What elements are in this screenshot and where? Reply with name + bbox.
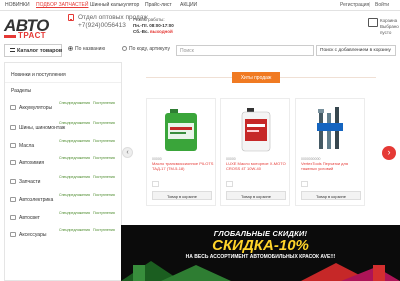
separator: | — [369, 2, 371, 8]
tag-arrivals[interactable]: Поступления — [93, 156, 115, 160]
banner-discount: СКИДКА-10% — [212, 237, 309, 254]
tag-arrivals[interactable]: Поступления — [93, 121, 115, 125]
search-mode-select[interactable]: Поиск с добавлением в корзину — [316, 45, 396, 56]
hours-saturday: Сб.-Вс. — [133, 29, 149, 34]
product-card[interactable]: 00000 LUXE Масло моторное X-MOTO CROSS 4… — [220, 98, 290, 206]
radio-code-label: По коду, артикулу — [129, 46, 170, 52]
tag-special[interactable]: Спецпредложения — [59, 156, 90, 160]
tag-arrivals[interactable]: Поступления — [93, 211, 115, 215]
logo-bar — [4, 35, 16, 38]
radio-dot-icon — [122, 46, 127, 51]
product-image-tools[interactable] — [306, 105, 356, 153]
plug-icon — [10, 197, 16, 202]
tag-arrivals[interactable]: Поступления — [93, 139, 115, 143]
search-input[interactable]: Поиск — [176, 45, 314, 56]
tag-special[interactable]: Спецпредложения — [59, 228, 90, 232]
logo-bottom[interactable]: ТРАСТ — [18, 31, 46, 40]
register-link[interactable]: Регистрация — [340, 2, 369, 8]
battery-icon — [10, 105, 16, 110]
menu-icon — [10, 48, 15, 52]
lamp-icon — [10, 215, 16, 220]
carousel-next-arrow-icon[interactable]: › — [382, 146, 396, 160]
nav-link-price[interactable]: Прайс-лист — [145, 2, 172, 8]
nav-link-new[interactable]: НОВИНКИ — [5, 2, 30, 8]
sidebar-new-arrivals[interactable]: Новинки и поступления — [11, 72, 66, 78]
quantity-input[interactable] — [226, 181, 233, 187]
quantity-input[interactable] — [301, 181, 308, 187]
tag-special[interactable]: Спецпредложения — [59, 139, 90, 143]
tag-arrivals[interactable]: Поступления — [93, 101, 115, 105]
phone-icon — [68, 14, 74, 21]
top-navigation: НОВИНКИ ПОДБОР ЗАПЧАСТЕЙ Шинный калькуля… — [0, 0, 400, 11]
sidebar-item-label: Автосвет — [19, 215, 40, 221]
banner-subtitle: НА ВЕСЬ АССОРТИМЕНТ АВТОМОБИЛЬНЫХ КРАСОК… — [185, 254, 336, 260]
carousel-prev-arrow-icon[interactable]: ‹ — [122, 147, 133, 158]
cart-summary[interactable]: Корзина Выбрано пусто — [380, 18, 399, 36]
radio-name-label: По названию — [75, 46, 106, 52]
search-row: Каталог товаров По названию По коду, арт… — [0, 44, 400, 57]
product-name[interactable]: Масло трансмиссионное PILOTS ТАД-17 (ТМ-… — [152, 161, 214, 176]
gear-icon — [10, 179, 16, 184]
catalog-button[interactable]: Каталог товаров — [4, 44, 62, 57]
sidebar-item-label: Автохимия — [19, 160, 45, 166]
quantity-input[interactable] — [152, 181, 159, 187]
nav-link-tire-calc[interactable]: Шинный калькулятор — [90, 2, 139, 8]
sidebar-item-label: Масла — [19, 143, 35, 149]
accessory-icon — [10, 232, 16, 237]
bottle-icon — [10, 160, 16, 165]
add-to-cart-button[interactable]: Товар в корзине — [226, 191, 286, 200]
product-card[interactable]: 00000 Масло трансмиссионное PILOTS ТАД-1… — [146, 98, 216, 206]
product-name[interactable]: LUXE Масло моторное X-MOTO CROSS 4T 10W-… — [226, 161, 288, 176]
add-to-cart-button[interactable]: Товар в корзине — [301, 191, 361, 200]
product-image-oil-can[interactable] — [157, 105, 207, 153]
sidebar: Новинки и поступления Разделы Спецпредло… — [4, 62, 122, 281]
login-link[interactable]: Войти — [375, 2, 389, 8]
radio-by-name[interactable]: По названию — [68, 46, 105, 55]
oil-can-icon — [10, 143, 16, 148]
tag-special[interactable]: Спецпредложения — [59, 193, 90, 197]
nav-link-parts[interactable]: ПОДБОР ЗАПЧАСТЕЙ — [36, 2, 88, 8]
product-image-motor-oil[interactable] — [231, 105, 281, 153]
tag-arrivals[interactable]: Поступления — [93, 175, 115, 179]
divider — [5, 82, 121, 83]
sidebar-item-label: Запчасти — [19, 179, 41, 185]
promo-banner[interactable]: ГЛОБАЛЬНЫЕ СКИДКИ! СКИДКА-10% НА ВЕСЬ АС… — [121, 225, 400, 281]
sidebar-item-label: Шины, шиномонтаж — [19, 125, 66, 131]
product-name[interactable]: VertexTools Перчатки для тяжелых условий — [301, 161, 363, 176]
working-hours: Режим работы: Пн.-Пт. 08:00-17:00 Сб.-Вс… — [133, 17, 174, 35]
phone-number[interactable]: +7(924)0056413 — [78, 22, 126, 29]
cart-icon[interactable] — [368, 18, 378, 27]
sidebar-item-label: Аксессуары — [19, 232, 47, 238]
product-card[interactable]: 0000000000 VertexTools Перчатки для тяже… — [295, 98, 365, 206]
tire-icon — [10, 125, 16, 130]
tag-arrivals[interactable]: Поступления — [93, 228, 115, 232]
radio-by-code[interactable]: По коду, артикулу — [122, 46, 170, 55]
add-to-cart-button[interactable]: Товар в корзине — [152, 191, 212, 200]
nav-link-promo[interactable]: АКЦИИ — [180, 2, 197, 8]
hours-weekdays: Пн.-Пт. 08:00-17:00 — [133, 23, 174, 28]
tag-arrivals[interactable]: Поступления — [93, 193, 115, 197]
sidebar-sections-heading: Разделы — [11, 88, 32, 94]
sidebar-item-label: Автоэлектрика — [19, 197, 54, 203]
radio-dot-icon — [68, 46, 73, 51]
hours-off: выходной — [150, 29, 173, 34]
cart-line2: пусто — [380, 30, 392, 35]
tag-special[interactable]: Спецпредложения — [59, 101, 90, 105]
tag-special[interactable]: Спецпредложения — [59, 175, 90, 179]
bestsellers-badge: Хиты продаж — [232, 72, 280, 83]
catalog-label: Каталог товаров — [17, 48, 63, 54]
tag-special[interactable]: Спецпредложения — [59, 211, 90, 215]
sidebar-item-label: Аккумуляторы — [19, 105, 53, 111]
